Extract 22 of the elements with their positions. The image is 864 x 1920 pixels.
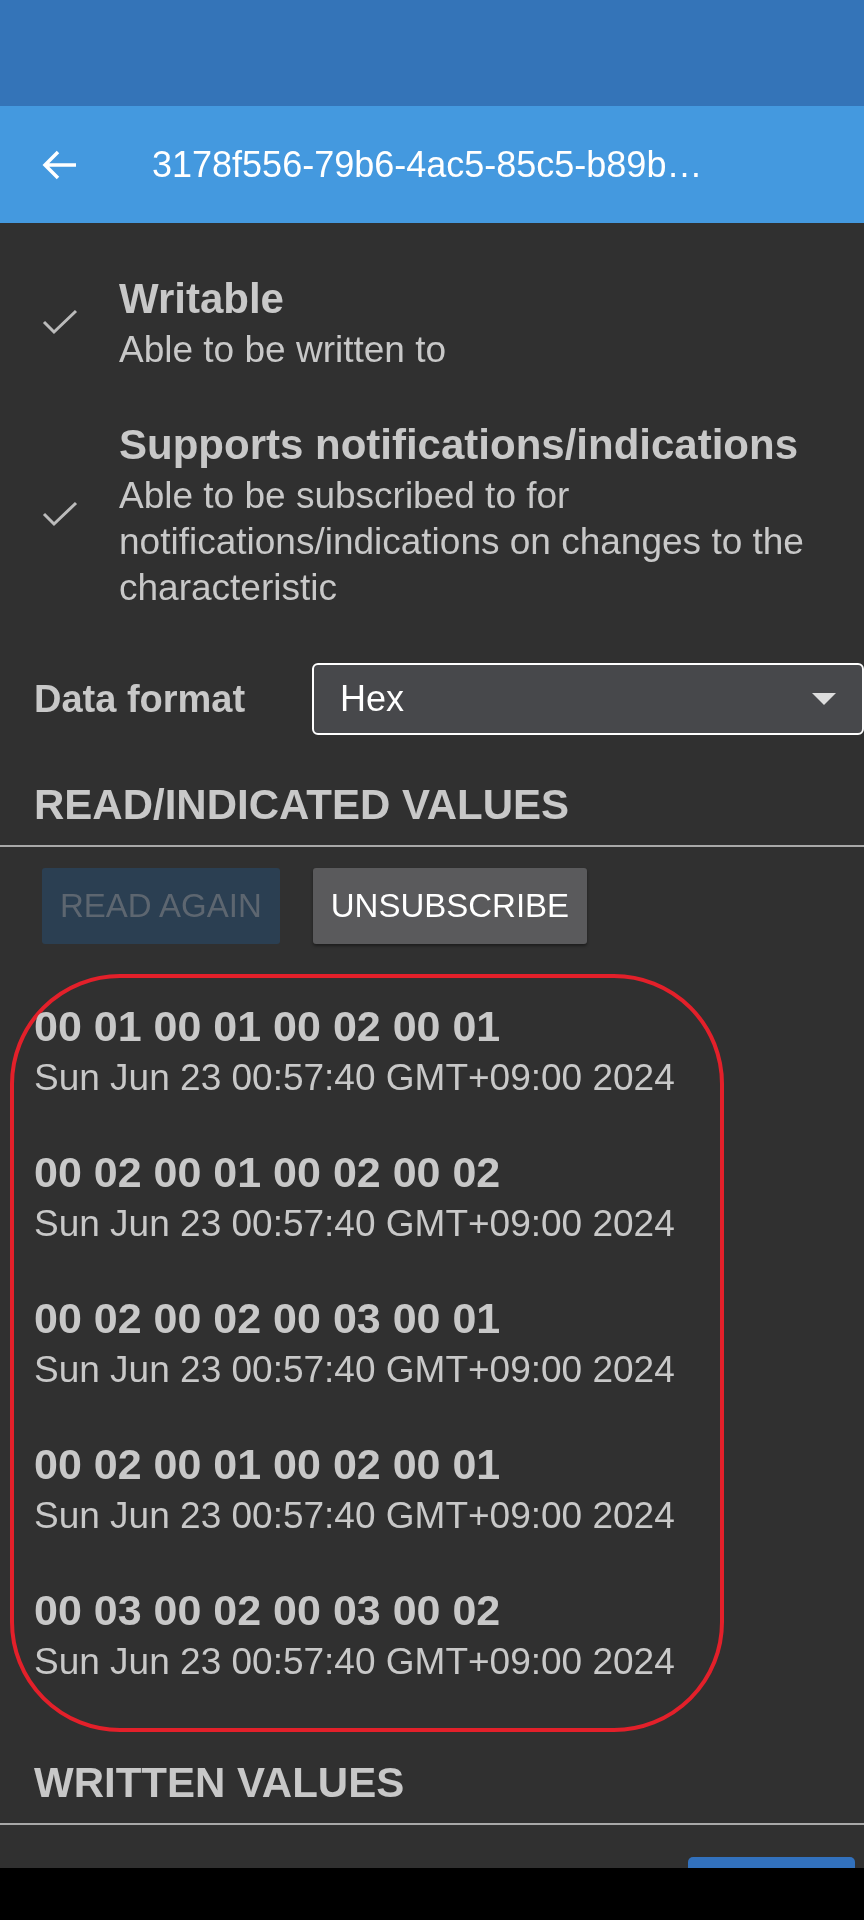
value-timestamp: Sun Jun 23 00:57:40 GMT+09:00 2024 [34, 1640, 676, 1684]
action-button[interactable]: UNSUBSCRIBE [312, 868, 588, 944]
hex-value: 00 01 00 01 00 02 00 01 [34, 1001, 502, 1052]
caret-icon [812, 693, 836, 705]
property-title: Supports notifications/indications [119, 420, 799, 470]
hex-value: 00 03 00 02 00 03 00 02 [34, 1585, 502, 1636]
section-heading: WRITTEN VALUES [33, 1758, 406, 1808]
value-timestamp: Sun Jun 23 00:57:40 GMT+09:00 2024 [34, 1056, 676, 1100]
hex-value: 00 02 00 01 00 02 00 01 [34, 1439, 502, 1490]
app-bar-title: 3178f556-79b6-4ac5-85c5-b89b… [152, 143, 703, 186]
value-timestamp: Sun Jun 23 00:57:40 GMT+09:00 2024 [34, 1202, 676, 1246]
value-timestamp: Sun Jun 23 00:57:40 GMT+09:00 2024 [34, 1348, 676, 1392]
back-arrow-icon[interactable] [42, 148, 78, 181]
data-format-label: Data format [34, 677, 247, 721]
value-timestamp: Sun Jun 23 00:57:40 GMT+09:00 2024 [34, 1494, 676, 1538]
property-description: Able to be written to [119, 328, 448, 372]
section-heading: READ/INDICATED VALUES [33, 780, 571, 830]
data-format-dropdown[interactable]: Hex [312, 663, 864, 735]
hex-value: 00 02 00 02 00 03 00 01 [34, 1293, 502, 1344]
property-description: Able to be subscribed to for notifications/indications on changes to the characteristic [119, 474, 805, 610]
property-title: Writable [119, 274, 285, 324]
hex-value: 00 02 00 01 00 02 00 02 [34, 1147, 502, 1198]
